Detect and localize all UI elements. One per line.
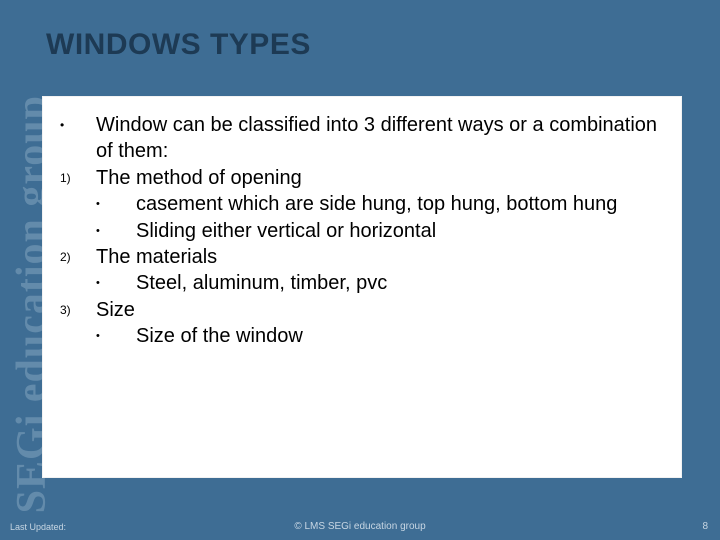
bullet-icon: • [96, 323, 136, 344]
item1-text: The method of opening [96, 165, 668, 191]
sub3a-row: • Size of the window [60, 323, 668, 349]
sub3a-text: Size of the window [136, 323, 668, 349]
sub1b-row: • Sliding either vertical or horizontal [60, 218, 668, 244]
content-panel: • Window can be classified into 3 differ… [42, 96, 682, 478]
sub2a-row: • Steel, aluminum, timber, pvc [60, 270, 668, 296]
marker-1: 1) [60, 165, 96, 187]
bullet-icon: • [96, 270, 136, 291]
item2-text: The materials [96, 244, 668, 270]
item1-row: 1) The method of opening [60, 165, 668, 191]
intro-text: Window can be classified into 3 differen… [96, 112, 668, 165]
item2-row: 2) The materials [60, 244, 668, 270]
sub2a-text: Steel, aluminum, timber, pvc [136, 270, 668, 296]
marker-2: 2) [60, 244, 96, 266]
footer-copyright: © LMS SEGi education group [0, 521, 720, 532]
marker-3: 3) [60, 297, 96, 319]
content-body: • Window can be classified into 3 differ… [60, 112, 668, 350]
bullet-icon: • [96, 218, 136, 239]
slide-title: WINDOWS TYPES [46, 28, 311, 62]
bullet-icon: • [60, 112, 96, 134]
footer-page-number: 8 [702, 521, 708, 532]
sub1b-text: Sliding either vertical or horizontal [136, 218, 668, 244]
sub1a-row: • casement which are side hung, top hung… [60, 191, 668, 217]
item3-row: 3) Size [60, 297, 668, 323]
item3-text: Size [96, 297, 668, 323]
sub1a-text: casement which are side hung, top hung, … [136, 191, 668, 217]
bullet-icon: • [96, 191, 136, 212]
intro-row: • Window can be classified into 3 differ… [60, 112, 668, 165]
